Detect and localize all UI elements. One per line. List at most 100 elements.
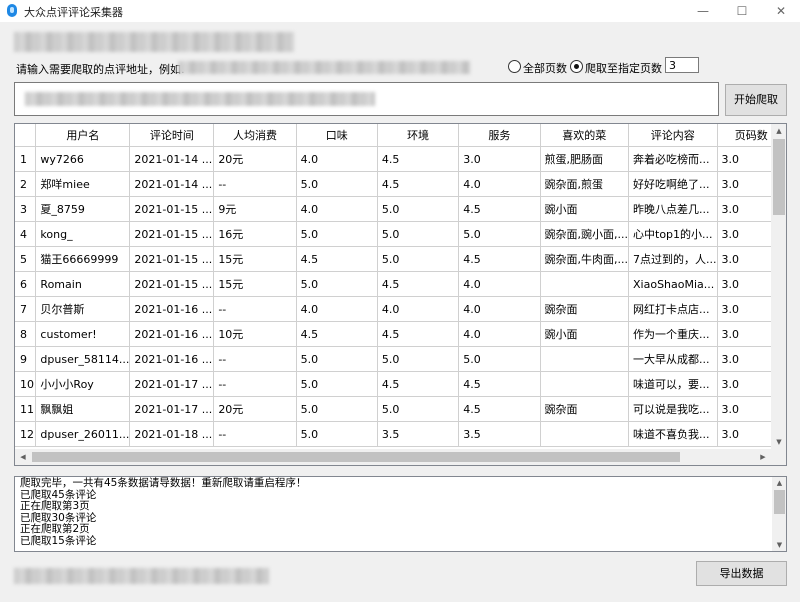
table-cell[interactable]: 2021-01-16 ... bbox=[129, 321, 215, 347]
table-cell[interactable]: 4.5 bbox=[296, 321, 378, 347]
table-cell[interactable]: 2021-01-16 ... bbox=[129, 346, 215, 372]
start-crawl-button[interactable]: 开始爬取 bbox=[725, 84, 787, 116]
table-cell[interactable]: 夏_8759 bbox=[35, 196, 131, 222]
table-cell[interactable]: Romain bbox=[35, 271, 131, 297]
table-cell[interactable]: 4.0 bbox=[458, 171, 541, 197]
table-cell[interactable]: 4.0 bbox=[296, 296, 378, 322]
table-row[interactable]: 7 贝尔普斯 2021-01-16 ... -- 4.0 4.0 4.0 豌杂面 网红打卡点店.… bbox=[15, 296, 786, 322]
table-cell[interactable]: 4.0 bbox=[377, 296, 460, 322]
table-cell[interactable]: XiaoShaoMia... bbox=[628, 271, 718, 297]
table-cell[interactable]: 4.5 bbox=[458, 246, 541, 272]
row-number[interactable]: 12 bbox=[15, 421, 37, 447]
table-cell[interactable]: 5.0 bbox=[296, 421, 378, 447]
table-cell[interactable]: 昨晚八点差几... bbox=[628, 196, 718, 222]
table-cell[interactable]: 煎蛋,肥肠面 bbox=[540, 146, 630, 172]
table-cell[interactable]: 飘飘姐 bbox=[35, 396, 131, 422]
table-cell[interactable]: -- bbox=[213, 296, 297, 322]
row-number[interactable]: 1 bbox=[15, 146, 37, 172]
row-number[interactable]: 5 bbox=[15, 246, 37, 272]
table-row[interactable]: 8 customer! 2021-01-16 ... 10元 4.5 4.5 4.0 豌小面作… bbox=[15, 321, 786, 347]
table-cell[interactable]: dpuser_58114... bbox=[35, 346, 131, 372]
table-cell[interactable]: 5.0 bbox=[377, 196, 460, 222]
table-cell[interactable]: 郑咩miee bbox=[35, 171, 131, 197]
table-cell[interactable]: 7点过到的，人... bbox=[628, 246, 718, 272]
table-cell[interactable] bbox=[540, 271, 630, 297]
page-count-input[interactable] bbox=[665, 57, 699, 73]
table-cell[interactable]: 豌杂面,煎蛋 bbox=[540, 171, 630, 197]
table-cell[interactable]: 豌小面 bbox=[540, 196, 630, 222]
table-cell[interactable]: 5.0 bbox=[377, 346, 460, 372]
table-cell[interactable]: 4.5 bbox=[377, 146, 460, 172]
table-cell[interactable]: 5.0 bbox=[377, 396, 460, 422]
scroll-left-arrow-icon[interactable]: ◀ bbox=[15, 449, 31, 465]
table-cell[interactable]: 2021-01-15 ... bbox=[129, 196, 215, 222]
table-cell[interactable]: 10元 bbox=[213, 321, 297, 347]
table-row[interactable]: 5 猫王66669999 2021-01-15 ... 15元 4.5 5.0 4.5 豌杂面… bbox=[15, 246, 786, 272]
table-cell[interactable]: kong_ bbox=[35, 221, 131, 247]
table-cell[interactable]: 4.5 bbox=[458, 196, 541, 222]
table-cell[interactable]: 5.0 bbox=[377, 246, 460, 272]
table-cell[interactable]: 4.0 bbox=[458, 271, 541, 297]
column-header[interactable]: 环境 bbox=[377, 124, 460, 147]
table-cell[interactable]: 5.0 bbox=[296, 371, 378, 397]
export-data-button[interactable]: 导出数据 bbox=[696, 561, 787, 586]
table-cell[interactable]: 9元 bbox=[213, 196, 297, 222]
table-cell[interactable]: 4.5 bbox=[377, 271, 460, 297]
scroll-right-arrow-icon[interactable]: ▶ bbox=[755, 449, 771, 465]
log-scrollbar[interactable]: ▲ ▼ bbox=[772, 477, 786, 551]
row-number[interactable]: 2 bbox=[15, 171, 37, 197]
table-cell[interactable]: 4.5 bbox=[458, 396, 541, 422]
table-cell[interactable]: 4.5 bbox=[458, 371, 541, 397]
table-cell[interactable]: 2021-01-15 ... bbox=[129, 221, 215, 247]
row-number[interactable]: 3 bbox=[15, 196, 37, 222]
table-cell[interactable]: 一大早从成都... bbox=[628, 346, 718, 372]
table-cell[interactable]: -- bbox=[213, 421, 297, 447]
table-cell[interactable]: 猫王66669999 bbox=[35, 246, 131, 272]
table-cell[interactable]: 贝尔普斯 bbox=[35, 296, 131, 322]
table-cell[interactable]: 5.0 bbox=[377, 221, 460, 247]
vertical-scrollbar[interactable]: ▲ ▼ bbox=[771, 124, 786, 449]
table-cell[interactable]: 奔着必吃榜而... bbox=[628, 146, 718, 172]
table-cell[interactable]: 好好吃啊绝了... bbox=[628, 171, 718, 197]
row-number[interactable]: 7 bbox=[15, 296, 37, 322]
table-cell[interactable]: 味道不喜负我... bbox=[628, 421, 718, 447]
table-row[interactable]: 12 dpuser_26011... 2021-01-18 ... -- 5.0 3.5 3… bbox=[15, 421, 786, 447]
horizontal-scrollbar[interactable]: ◀ ▶ bbox=[15, 449, 771, 465]
close-button[interactable]: ✕ bbox=[766, 1, 796, 21]
table-cell[interactable]: 20元 bbox=[213, 146, 297, 172]
table-cell[interactable]: 5.0 bbox=[296, 396, 378, 422]
table-cell[interactable]: 豌小面 bbox=[540, 321, 630, 347]
table-cell[interactable]: 可以说是我吃... bbox=[628, 396, 718, 422]
table-cell[interactable]: 4.5 bbox=[377, 371, 460, 397]
table-cell[interactable]: 15元 bbox=[213, 246, 297, 272]
table-cell[interactable]: 2021-01-14 ... bbox=[129, 171, 215, 197]
table-cell[interactable]: -- bbox=[213, 371, 297, 397]
table-cell[interactable]: 2021-01-17 ... bbox=[129, 396, 215, 422]
table-cell[interactable]: 4.0 bbox=[458, 321, 541, 347]
table-cell[interactable]: 2021-01-16 ... bbox=[129, 296, 215, 322]
column-header[interactable]: 喜欢的菜 bbox=[540, 124, 630, 147]
table-cell[interactable]: wy7266 bbox=[35, 146, 131, 172]
table-cell[interactable]: 5.0 bbox=[296, 171, 378, 197]
radio-all-pages-label[interactable]: 全部页数 bbox=[523, 60, 567, 76]
table-row[interactable]: 1 wy7266 2021-01-14 ... 20元 4.0 4.5 3.0 煎蛋,肥肠面奔… bbox=[15, 146, 786, 172]
log-scroll-down-icon[interactable]: ▼ bbox=[772, 539, 786, 551]
table-row[interactable]: 10 小小小Roy 2021-01-17 ... -- 5.0 4.5 4.5 味道可以，要.… bbox=[15, 371, 786, 397]
scroll-down-arrow-icon[interactable]: ▼ bbox=[771, 435, 786, 449]
table-cell[interactable]: 4.0 bbox=[458, 296, 541, 322]
table-cell[interactable]: dpuser_26011... bbox=[35, 421, 131, 447]
row-number[interactable]: 6 bbox=[15, 271, 37, 297]
table-cell[interactable]: 味道可以，要... bbox=[628, 371, 718, 397]
table-row[interactable]: 4 kong_ 2021-01-15 ... 16元 5.0 5.0 5.0 豌杂面,豌小面,… bbox=[15, 221, 786, 247]
radio-specific-page[interactable] bbox=[570, 60, 583, 73]
table-row[interactable]: 9 dpuser_58114... 2021-01-16 ... -- 5.0 5.0 5.… bbox=[15, 346, 786, 372]
table-cell[interactable]: 5.0 bbox=[296, 346, 378, 372]
row-number[interactable]: 11 bbox=[15, 396, 37, 422]
table-cell[interactable]: 4.5 bbox=[296, 246, 378, 272]
table-cell[interactable]: 4.0 bbox=[296, 196, 378, 222]
row-number[interactable]: 8 bbox=[15, 321, 37, 347]
scroll-up-arrow-icon[interactable]: ▲ bbox=[771, 124, 786, 138]
table-cell[interactable]: customer! bbox=[35, 321, 131, 347]
row-number[interactable]: 9 bbox=[15, 346, 37, 372]
column-header[interactable]: 服务 bbox=[458, 124, 541, 147]
